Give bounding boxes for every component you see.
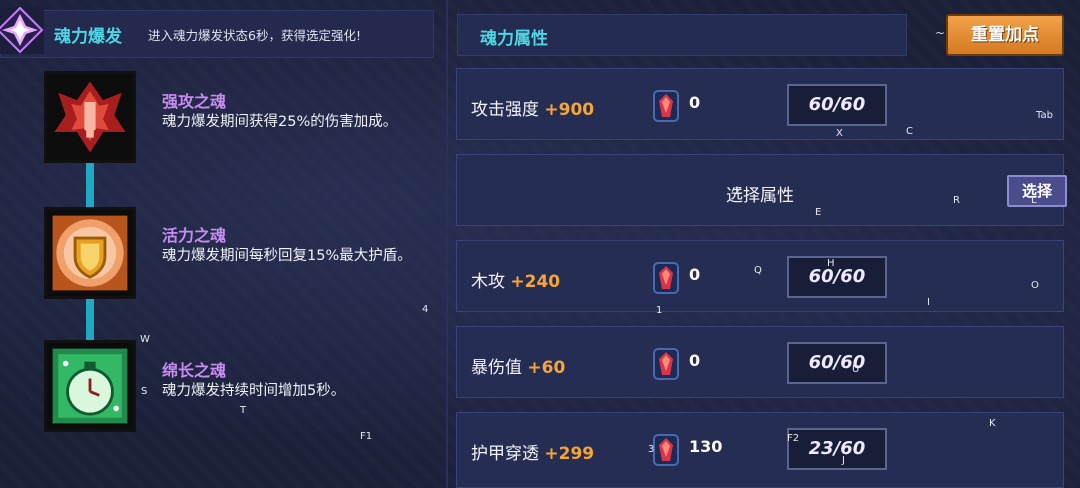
key-hint: 4	[422, 304, 429, 315]
attribute-name: 木攻	[471, 272, 505, 292]
attribute-bonus: +299	[544, 444, 595, 464]
key-hint: H	[827, 258, 835, 269]
panel-divider	[446, 0, 448, 488]
select-attribute-row: 选择属性 选择	[456, 154, 1067, 226]
attribute-name: 攻击强度	[471, 100, 539, 120]
attribute-label: 护甲穿透 +299	[471, 439, 594, 464]
gold-shield-icon[interactable]	[44, 207, 136, 299]
key-hint: L	[1031, 195, 1037, 206]
attribute-label: 暴伤值 +60	[471, 353, 565, 378]
attribute-value[interactable]: 23/60	[787, 428, 887, 470]
soul-burst-description: 进入魂力爆发状态6秒，获得选定强化!	[148, 28, 361, 43]
attribute-value[interactable]: 60/60	[787, 256, 887, 298]
soul-burst-icon	[0, 6, 44, 54]
soul-name-strength: 强攻之魂	[162, 92, 227, 111]
attribute-count: 0	[689, 265, 701, 284]
attribute-value[interactable]: 60/60	[787, 84, 887, 126]
attribute-row-crit-damage: 暴伤值 +60 0 60/60	[456, 326, 1064, 398]
key-hint: O	[1031, 280, 1039, 291]
soul-gem-icon	[653, 262, 679, 294]
key-hint: X	[836, 128, 843, 139]
key-hint: C	[906, 126, 913, 137]
attribute-label: 攻击强度 +900	[471, 95, 594, 120]
key-hint: Z	[735, 186, 742, 197]
attribute-count: 0	[689, 351, 701, 370]
key-hint: 1	[656, 305, 663, 316]
key-hint: W	[140, 334, 150, 345]
select-attribute-label: 选择属性	[726, 186, 794, 206]
soul-name-endurance: 绵长之魂	[162, 361, 227, 380]
soul-desc-endurance: 魂力爆发持续时间增加5秒。	[162, 383, 346, 399]
soul-connector	[86, 163, 94, 207]
key-hint: F2	[787, 433, 800, 444]
attribute-name: 护甲穿透	[471, 444, 539, 464]
attribute-count: 130	[689, 437, 723, 456]
soul-desc-strength: 魂力爆发期间获得25%的伤害加成。	[162, 114, 398, 130]
attribute-row-armor-pen: 护甲穿透 +299 130 23/60	[456, 412, 1064, 488]
soul-gem-icon	[653, 90, 679, 122]
attribute-row-attack: 攻击强度 +900 0 60/60	[456, 68, 1064, 140]
key-hint: J	[842, 455, 845, 466]
attribute-label: 木攻 +240	[471, 267, 560, 292]
soul-gem-icon	[653, 348, 679, 380]
key-hint: Q	[754, 265, 762, 276]
attributes-title: 魂力属性	[480, 29, 548, 49]
soul-connector	[86, 299, 94, 340]
attribute-name: 暴伤值	[471, 358, 522, 378]
attribute-row-wood-attack: 木攻 +240 0 60/60	[456, 240, 1064, 312]
soul-burst-title: 魂力爆发	[54, 27, 122, 47]
reset-points-button[interactable]: 重置加点	[946, 14, 1064, 56]
key-hint: F1	[360, 431, 373, 442]
red-flame-icon[interactable]	[44, 71, 136, 163]
attribute-bonus: +900	[544, 100, 595, 120]
key-hint: S	[141, 386, 148, 397]
key-hint: E	[815, 207, 822, 218]
key-hint: I	[927, 297, 930, 308]
key-hint-tilde: ~	[935, 26, 946, 40]
soul-burst-panel: 魂力爆发 进入魂力爆发状态6秒，获得选定强化! 强攻之魂 魂力爆发期间获得25%…	[0, 0, 445, 488]
attribute-bonus: +240	[510, 272, 561, 292]
attribute-value[interactable]: 60/60	[787, 342, 887, 384]
select-button[interactable]: 选择	[1007, 175, 1067, 207]
soul-name-vitality: 活力之魂	[162, 226, 227, 245]
soul-desc-vitality: 魂力爆发期间每秒回复15%最大护盾。	[162, 248, 412, 264]
key-hint: Tab	[1036, 110, 1053, 121]
key-hint: R	[953, 195, 960, 206]
attribute-bonus: +60	[527, 358, 566, 378]
key-hint: 3	[648, 444, 655, 455]
soul-gem-icon	[653, 434, 679, 466]
green-clock-icon[interactable]	[44, 340, 136, 432]
key-hint: U	[852, 364, 860, 375]
key-hint: K	[989, 418, 996, 429]
key-hint: T	[240, 405, 247, 416]
attribute-count: 0	[689, 93, 701, 112]
